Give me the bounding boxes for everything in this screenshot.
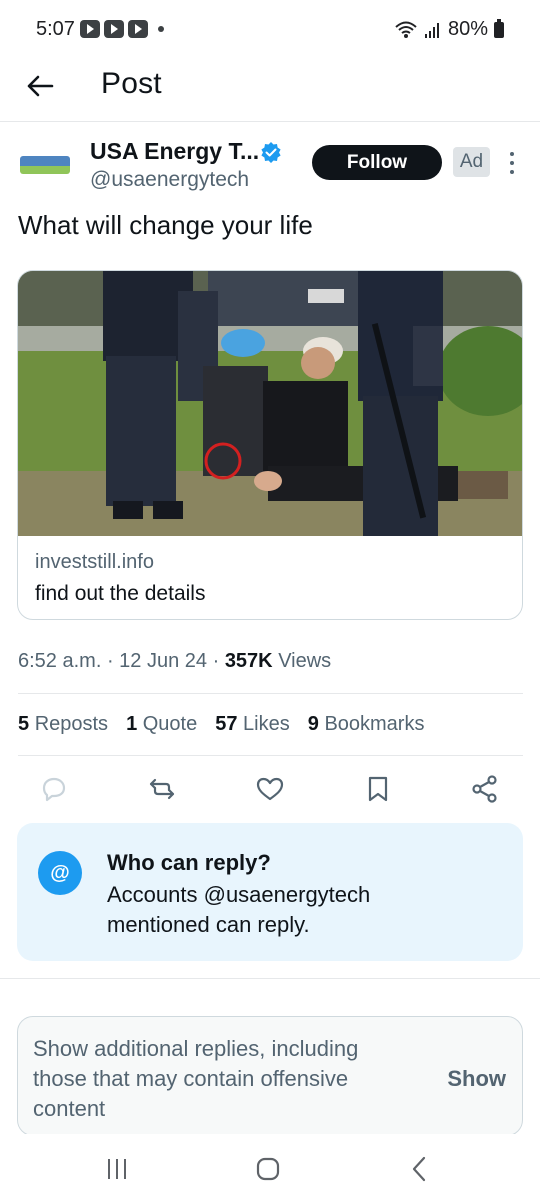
repost-icon[interactable]: [147, 774, 177, 804]
likes-label: Likes: [243, 713, 290, 735]
youtube-notification-icon: [80, 20, 100, 38]
status-bar: 5:07 80%: [0, 0, 540, 60]
post-text: What will change your life: [18, 210, 313, 240]
verified-badge-icon: [261, 142, 281, 163]
back-arrow-icon[interactable]: [22, 68, 58, 104]
battery-percent: 80%: [447, 18, 488, 40]
reposts-label: Reposts: [34, 713, 109, 735]
top-bar: Post: [0, 60, 540, 122]
section-divider: [0, 978, 540, 979]
post-author: USA Energy T... @usaenergytech Follow Ad: [0, 132, 540, 202]
status-time: 5:07: [36, 18, 75, 40]
post-meta: 6:52 a.m. · 12 Jun 24 · 357K Views: [18, 650, 332, 672]
quotes-label: Quote: [142, 713, 198, 735]
reposts-stat[interactable]: 5 Reposts: [18, 713, 108, 736]
bookmarks-stat[interactable]: 9 Bookmarks: [308, 713, 425, 736]
signal-icon: [424, 22, 439, 38]
card-title[interactable]: find out the details: [35, 582, 205, 606]
who-can-reply-description: Accounts @usaenergytech mentioned can re…: [107, 882, 371, 937]
bookmark-icon[interactable]: [363, 774, 393, 804]
who-can-reply-box: @ Who can reply? Accounts @usaenergytech…: [17, 823, 523, 961]
battery-icon: [494, 18, 504, 38]
bookmarks-count: 9: [307, 713, 319, 735]
reposts-count: 5: [18, 713, 30, 735]
reply-icon[interactable]: [39, 774, 69, 804]
card-domain[interactable]: investstill.info: [35, 551, 154, 574]
back-nav-icon[interactable]: [405, 1154, 435, 1184]
action-bar: [0, 770, 540, 810]
likes-count: 57: [215, 713, 238, 735]
additional-replies-box[interactable]: Show additional replies, including those…: [17, 1016, 523, 1136]
post-date: 12 Jun 24: [119, 650, 208, 672]
more-notifications-dot-icon: [158, 26, 164, 32]
who-can-reply-title: Who can reply?: [107, 850, 271, 875]
status-right: 80%: [394, 18, 504, 41]
link-card[interactable]: investstill.info find out the details: [17, 270, 523, 620]
share-icon[interactable]: [470, 774, 500, 804]
bookmarks-label: Bookmarks: [324, 713, 425, 735]
like-icon[interactable]: [255, 774, 285, 804]
follow-button[interactable]: Follow: [312, 145, 442, 180]
wifi-icon: [395, 21, 417, 38]
quotes-count: 1: [126, 713, 138, 735]
mention-at-icon: @: [38, 851, 82, 895]
ad-badge: Ad: [453, 147, 490, 177]
likes-stat[interactable]: 57 Likes: [215, 713, 290, 736]
recent-apps-icon[interactable]: [102, 1154, 132, 1184]
divider: [18, 693, 523, 694]
home-icon[interactable]: [253, 1154, 283, 1184]
author-display-name[interactable]: USA Energy T...: [90, 138, 259, 165]
android-navigation-bar: [0, 1134, 540, 1200]
post-stats: 5 Reposts 1 Quote 57 Likes 9 Bookmarks: [18, 713, 424, 736]
divider: [18, 755, 523, 756]
youtube-notification-icon: [104, 20, 124, 38]
post-time: 6:52 a.m.: [18, 650, 102, 672]
notification-icons: [80, 20, 164, 38]
views-count: 357K: [224, 650, 273, 672]
quotes-stat[interactable]: 1 Quote: [126, 713, 197, 736]
youtube-notification-icon: [128, 20, 148, 38]
additional-replies-text: Show additional replies, including those…: [33, 1036, 359, 1121]
views-label[interactable]: Views: [278, 650, 331, 672]
card-image[interactable]: [18, 271, 523, 536]
show-replies-button[interactable]: Show: [447, 1066, 506, 1092]
author-handle[interactable]: @usaenergytech: [90, 168, 249, 192]
avatar[interactable]: [20, 156, 70, 174]
more-options-icon[interactable]: [505, 150, 519, 176]
page-title: Post: [101, 67, 162, 100]
